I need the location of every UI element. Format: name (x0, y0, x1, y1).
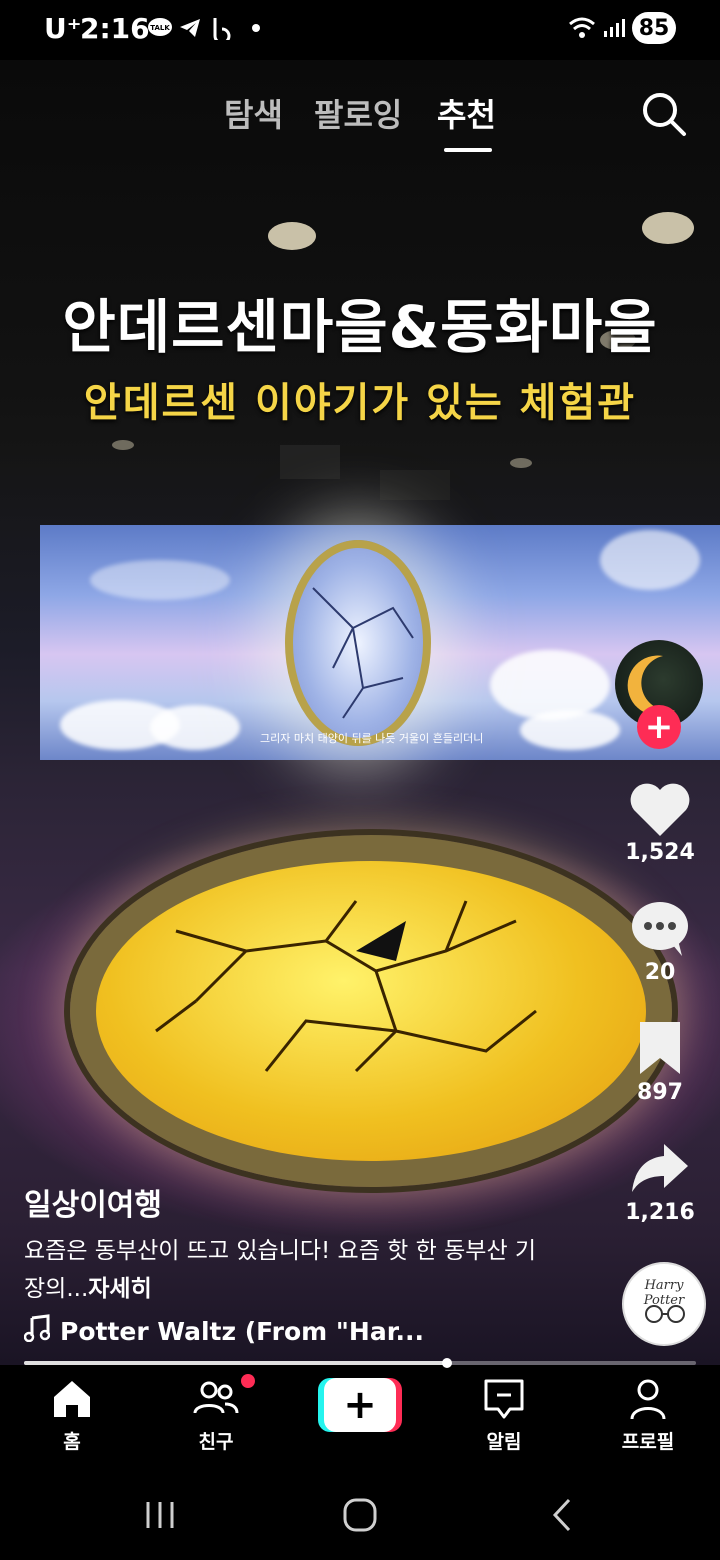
wifi-icon (568, 14, 596, 42)
ceiling-fixture (280, 445, 340, 479)
telegram-icon (176, 14, 204, 42)
nav-home[interactable]: 홈 (22, 1375, 122, 1454)
screen-caption: 그리자 마치 태양이 뒤를 나듯 거울이 흔들리더니 (260, 732, 484, 745)
nav-friends-label: 친구 (198, 1431, 234, 1453)
battery-indicator: 85 (632, 12, 676, 44)
ceiling-light (268, 222, 316, 250)
friends-notification-badge (241, 1374, 255, 1388)
ceiling-light (642, 212, 694, 244)
music-info[interactable]: Potter Waltz (From "Har... (23, 1314, 424, 1348)
home-button-icon[interactable] (330, 1490, 390, 1540)
save-count: 897 (637, 1080, 683, 1105)
see-more-link[interactable]: 자세히 (88, 1276, 151, 1302)
post-description[interactable]: 요즘은 동부산이 뜨고 있습니다! 요즘 핫 한 동부산 기장의...자세히 (24, 1232, 544, 1308)
share-count: 1,216 (625, 1200, 695, 1225)
nav-profile[interactable]: 프로필 (598, 1375, 698, 1454)
cloud (150, 705, 240, 750)
cloud (520, 710, 620, 750)
music-disc[interactable]: Harry Potter (622, 1262, 706, 1346)
cloud (600, 530, 700, 590)
ceiling-light (112, 440, 134, 450)
tab-explore[interactable]: 탐색 (224, 90, 283, 136)
nav-home-label: 홈 (63, 1431, 81, 1453)
nav-inbox-label: 알림 (486, 1431, 522, 1453)
nav-profile-label: 프로필 (621, 1431, 675, 1453)
inbox-icon (484, 1379, 524, 1419)
carrier-label: U⁺ (44, 12, 82, 45)
video-progress-fill (24, 1361, 448, 1365)
bookmark-icon[interactable] (628, 1018, 692, 1082)
video-progress-thumb[interactable] (442, 1358, 453, 1368)
b-app-icon (208, 14, 236, 42)
video-subtitle: 안데르센 이야기가 있는 체험관 (83, 380, 637, 426)
follow-button[interactable]: + (637, 705, 681, 749)
heart-icon[interactable] (628, 780, 692, 844)
ceiling-fixture (380, 470, 450, 500)
video-player[interactable]: 그리자 마치 태양이 뒤를 나듯 거울이 흔들리더니 안데르센마을&동화마을 안… (0, 60, 720, 1365)
search-icon[interactable] (640, 90, 688, 138)
comment-count: 20 (644, 960, 676, 985)
ceiling-light (510, 458, 532, 468)
cloud (90, 560, 230, 600)
active-tab-indicator (444, 148, 492, 152)
dot-icon (242, 14, 270, 42)
svg-text:TALK: TALK (150, 24, 170, 32)
home-icon (54, 1381, 90, 1417)
like-count: 1,524 (625, 840, 695, 865)
talk-icon: TALK (146, 14, 174, 42)
status-bar: U⁺ 2:16 TALK 85 (0, 0, 720, 60)
clock: 2:16 (80, 12, 150, 45)
floor-mirror (70, 835, 672, 1187)
friends-icon (193, 1381, 239, 1414)
signal-icon (600, 14, 628, 42)
music-title: Potter Waltz (From "Har... (60, 1316, 424, 1346)
nav-inbox[interactable]: 알림 (454, 1375, 554, 1454)
creator-username[interactable]: 일상이여행 (24, 1180, 162, 1224)
music-note-icon (23, 1314, 51, 1348)
tab-for-you[interactable]: 추천 (437, 90, 496, 136)
tab-following[interactable]: 팔로잉 (314, 90, 402, 136)
video-title: 안데르센마을&동화마을 (62, 293, 658, 361)
create-button[interactable]: + (318, 1378, 402, 1432)
create-icon: + (324, 1378, 396, 1432)
back-icon[interactable] (532, 1490, 592, 1540)
wall-mirror (285, 540, 431, 746)
profile-icon (630, 1379, 666, 1420)
comment-icon[interactable] (628, 898, 692, 962)
cloud (490, 650, 610, 720)
share-icon[interactable] (628, 1138, 692, 1202)
recent-apps-icon[interactable] (130, 1490, 190, 1540)
